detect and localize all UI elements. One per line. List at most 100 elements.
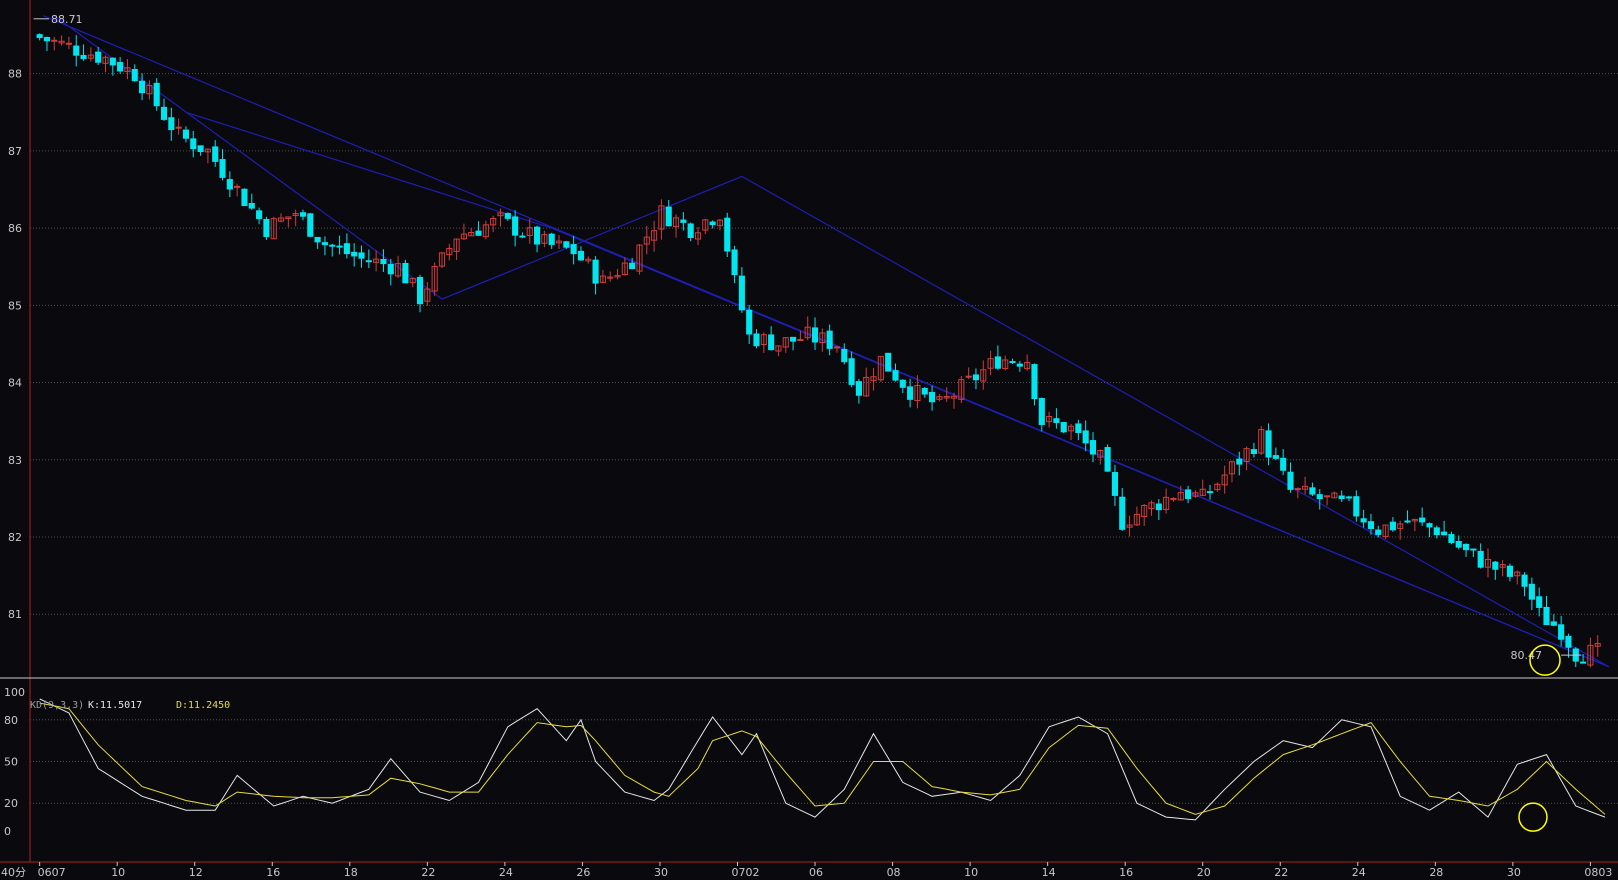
candle-body [343,243,350,255]
candle-body [1367,521,1375,529]
candle-body [797,339,804,342]
x-tick-label: 14 [1042,866,1056,879]
axes: 81 82 83 84 85 86 87 88 0 20 50 80 100 0607 10 12 16 18 22… [0,0,1618,879]
candle-body [907,386,914,400]
candle-body [1111,472,1118,496]
x-tick-label: 22 [1274,866,1288,879]
candle-body [972,374,980,381]
x-tick-label: 10 [111,866,125,879]
candle-body [1287,471,1294,490]
candle-body [307,213,314,237]
candle-body [1543,606,1550,626]
candle-body [570,244,577,255]
candle-body [731,249,738,276]
x-tick-label: 20 [1197,866,1211,879]
trendlines [43,15,1609,668]
candle-body [351,251,358,257]
candle-body [190,138,197,150]
candle-body [1448,534,1455,543]
candle-body [65,42,72,45]
candle-body [329,244,336,247]
candle-body [1580,661,1587,664]
candle-body [402,262,409,284]
price-tick-label: 86 [8,222,22,235]
candle-body [1565,635,1572,648]
low-price-label: 80.47 [1511,649,1543,662]
x-tick-label: 22 [421,866,435,879]
x-tick-label: 08 [887,866,901,879]
candle-body [1294,488,1301,491]
candle-body [1345,496,1353,499]
candle-body [1089,440,1097,455]
x-tick-label: 10 [964,866,978,879]
candle-body [548,233,555,245]
candle-body [1455,540,1462,548]
candle-body [811,327,819,343]
markers [33,18,1582,832]
candle-body [1536,596,1543,608]
candle-body [365,260,372,263]
candle-body [256,210,263,220]
kd-tick-label: 0 [4,825,11,838]
candle-body [746,309,753,335]
kd-tick-label: 80 [4,714,18,727]
x-tick-label: 0702 [731,866,759,879]
x-tick-label: 26 [576,866,590,879]
candle-body [1360,518,1367,523]
candle-body [1236,458,1243,465]
candle-body [892,370,899,381]
candle-body [994,356,1001,369]
candle-body [665,206,672,227]
labels: 88.71 80.47 KD(9,3,3) K:11.5017 D:11.245… [1,13,1542,879]
candle-body [1075,423,1082,433]
candle-body [1053,418,1060,423]
candle-body [1316,494,1323,500]
candle-body [139,80,146,94]
candle-body [226,179,233,190]
candle-body [833,346,841,349]
candle-body [826,330,833,349]
candle-body [1550,621,1557,626]
kd-k-value: K:11.5017 [88,700,142,711]
trendline [185,111,1609,668]
x-tick-label: 28 [1429,866,1443,879]
candle-body [1324,495,1331,498]
candle-body [358,252,365,259]
x-tick-label: 16 [1119,866,1133,879]
candle-body [1265,430,1272,458]
candle-body [43,36,51,42]
candle-body [768,334,775,351]
candle-body [36,34,43,39]
candle-body [592,259,599,284]
candle-body [929,391,936,403]
candle-body [299,212,307,217]
candle-body [1470,548,1477,551]
candle-body [153,82,160,107]
x-tick-label: 24 [499,866,513,879]
candle-body [168,117,175,131]
candle-body [1016,363,1023,367]
candle-body [753,333,760,347]
candle-body [855,381,862,396]
kd-indicator-name: KD(9,3,3) [30,700,84,711]
x-tick-label: 18 [344,866,358,879]
candle-body [1389,521,1396,531]
candle-body [885,352,892,372]
candle-body [1419,517,1426,523]
candle-body [1082,430,1089,444]
candle-body [73,45,80,56]
candle-body [1206,491,1214,494]
candle-body [117,62,124,72]
candle-body [1104,447,1111,472]
candle-body [1426,523,1433,528]
candle-body [1558,624,1565,640]
candle-body [1119,496,1126,530]
candle-body [790,336,797,342]
candle-body [1506,565,1513,577]
price-tick-label: 84 [8,377,22,390]
candle-body [182,129,190,139]
price-tick-label: 85 [8,299,22,312]
kd-lines [39,698,1606,821]
chart-root: 81 82 83 84 85 86 87 88 0 20 50 80 100 0607 10 12 16 18 22… [0,0,1618,880]
candle-body [1528,583,1535,600]
